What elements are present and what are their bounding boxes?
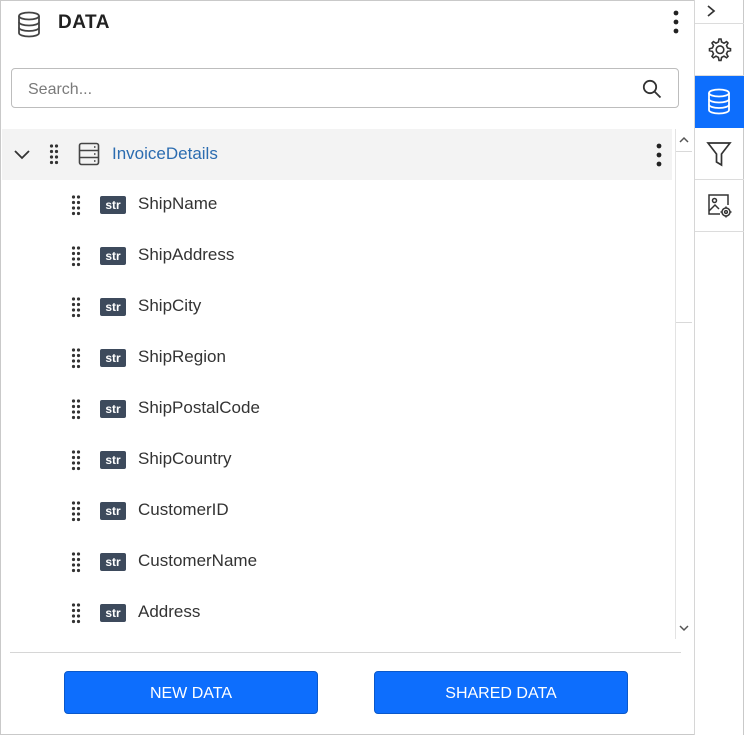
- string-type-badge: str: [100, 247, 126, 265]
- field-tree: InvoiceDetails str ShipName str ShipAddress…: [2, 129, 693, 639]
- divider: [10, 652, 681, 653]
- drag-handle-icon[interactable]: [71, 347, 81, 369]
- chevron-down-icon[interactable]: [12, 145, 32, 165]
- string-type-badge: str: [100, 349, 126, 367]
- drag-handle-icon[interactable]: [71, 500, 81, 522]
- scrollbar[interactable]: [675, 129, 692, 639]
- table-icon: [78, 142, 100, 166]
- string-type-badge: str: [100, 400, 126, 418]
- drag-handle-icon[interactable]: [49, 143, 59, 165]
- filter-icon: [706, 142, 732, 167]
- field-label: ShipPostalCode: [138, 398, 260, 417]
- datasource-name[interactable]: InvoiceDetails: [112, 144, 218, 164]
- field-row[interactable]: str ShipName: [2, 180, 672, 231]
- rail-toggle[interactable]: [695, 0, 744, 24]
- shared-data-button[interactable]: SHARED DATA: [374, 671, 628, 714]
- panel-title: DATA: [58, 12, 110, 33]
- string-type-badge: str: [100, 553, 126, 571]
- field-row[interactable]: str CustomerID: [2, 486, 672, 537]
- field-row[interactable]: str Address: [2, 588, 672, 639]
- field-row[interactable]: str ShipAddress: [2, 231, 672, 282]
- scrollbar-thumb[interactable]: [676, 151, 692, 323]
- string-type-badge: str: [100, 604, 126, 622]
- field-label: ShipCity: [138, 296, 202, 315]
- search-box: [11, 68, 679, 108]
- rail-settings[interactable]: [695, 24, 744, 76]
- string-type-badge: str: [100, 451, 126, 469]
- right-rail: [694, 0, 744, 735]
- field-row[interactable]: str ShipPostalCode: [2, 384, 672, 435]
- database-icon: [708, 88, 730, 115]
- drag-handle-icon[interactable]: [71, 296, 81, 318]
- chevron-up-icon[interactable]: [677, 133, 691, 147]
- rail-data[interactable]: [695, 76, 744, 128]
- field-row[interactable]: str CustomerName: [2, 537, 672, 588]
- field-label: Address: [138, 602, 201, 621]
- gear-icon: [708, 38, 732, 62]
- rail-filter[interactable]: [695, 128, 744, 180]
- drag-handle-icon[interactable]: [71, 398, 81, 420]
- rail-image-settings[interactable]: [695, 180, 744, 232]
- field-row[interactable]: str ShipCity: [2, 282, 672, 333]
- new-data-button[interactable]: NEW DATA: [64, 671, 318, 714]
- field-label: CustomerID: [138, 500, 229, 519]
- string-type-badge: str: [100, 502, 126, 520]
- more-vertical-icon[interactable]: [653, 142, 665, 168]
- search-input[interactable]: [26, 77, 630, 103]
- string-type-badge: str: [100, 298, 126, 316]
- search-icon[interactable]: [642, 79, 662, 99]
- chevron-right-icon: [707, 5, 716, 17]
- datasource-row[interactable]: InvoiceDetails: [2, 129, 672, 180]
- chevron-down-icon[interactable]: [677, 621, 691, 635]
- field-label: ShipCountry: [138, 449, 232, 468]
- string-type-badge: str: [100, 196, 126, 214]
- database-icon: [16, 11, 42, 39]
- field-row[interactable]: str ShipRegion: [2, 333, 672, 384]
- field-label: CustomerName: [138, 551, 258, 570]
- field-label: ShipName: [138, 194, 218, 213]
- panel-header: DATA: [1, 1, 694, 45]
- drag-handle-icon[interactable]: [71, 194, 81, 216]
- drag-handle-icon[interactable]: [71, 245, 81, 267]
- drag-handle-icon[interactable]: [71, 449, 81, 471]
- field-label: ShipAddress: [138, 245, 235, 264]
- more-vertical-icon[interactable]: [669, 9, 683, 35]
- image-settings-icon: [708, 194, 732, 218]
- field-label: ShipRegion: [138, 347, 226, 366]
- drag-handle-icon[interactable]: [71, 602, 81, 624]
- drag-handle-icon[interactable]: [71, 551, 81, 573]
- field-row[interactable]: str ShipCountry: [2, 435, 672, 486]
